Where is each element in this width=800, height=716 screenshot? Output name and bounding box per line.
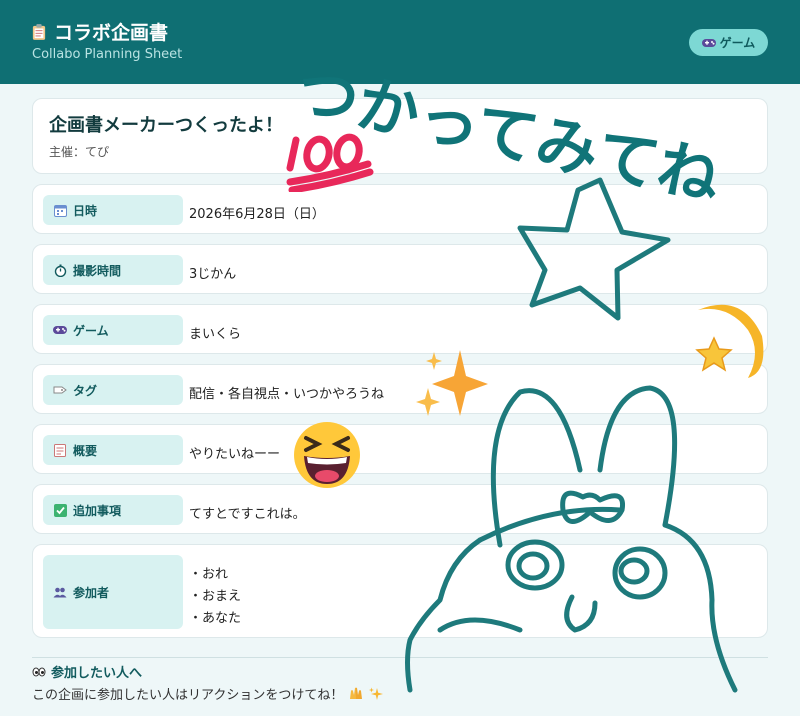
eyes-icon xyxy=(32,665,46,679)
row-notes-label-text: 追加事項 xyxy=(73,503,122,518)
stopwatch-icon xyxy=(53,263,67,277)
row-notes-value: てすとですこれは。 xyxy=(189,507,306,522)
list-item: ・おれ xyxy=(189,567,229,582)
app-title-text: コラボ企画書 xyxy=(54,22,169,44)
row-game-label: ゲーム xyxy=(43,315,183,345)
gamepad-icon xyxy=(53,323,67,337)
row-duration-label-text: 撮影時間 xyxy=(73,263,122,278)
row-game-label-text: ゲーム xyxy=(73,323,109,338)
tag-icon xyxy=(53,383,67,397)
calendar-icon xyxy=(53,203,67,217)
row-participants-label: 参加者 xyxy=(43,555,183,629)
row-date-label-text: 日時 xyxy=(73,203,98,218)
footer-title: 参加したい人へ xyxy=(32,662,142,681)
row-date-value: 2026年6月28日（日） xyxy=(189,207,325,222)
row-duration-label: 撮影時間 xyxy=(43,255,183,285)
row-summary-value: やりたいねーー xyxy=(189,447,281,462)
raised-hands-icon xyxy=(349,687,363,701)
project-title: 企画書メーカーつくったよ！ xyxy=(49,115,283,136)
row-tags-value: 配信・各自視点・いつかやろうね xyxy=(189,387,385,402)
clipboard-icon xyxy=(32,23,46,40)
row-tags: タグ 配信・各自視点・いつかやろうね xyxy=(32,364,768,414)
gamepad-icon xyxy=(701,36,716,50)
row-notes: 追加事項 てすとですこれは。 xyxy=(32,484,768,534)
row-participants-label-text: 参加者 xyxy=(73,585,110,600)
game-chip-label: ゲーム xyxy=(719,36,756,50)
host-label: 主催： xyxy=(49,145,86,159)
host-line: 主催： てぴ xyxy=(49,143,109,160)
host-name: てぴ xyxy=(85,145,110,159)
app-title: コラボ企画書 xyxy=(32,18,168,45)
grinning-squint-sticker xyxy=(292,420,362,490)
game-chip-button[interactable]: ゲーム xyxy=(689,29,768,56)
row-tags-label-text: タグ xyxy=(73,383,98,398)
row-summary-label-text: 概要 xyxy=(73,443,98,458)
row-game: ゲーム まいくら xyxy=(32,304,768,354)
people-icon xyxy=(53,585,67,599)
hundred-points-sticker xyxy=(286,128,376,192)
participant-list: ・おれ ・おまえ ・あなた xyxy=(189,563,241,626)
row-duration: 撮影時間 3じかん xyxy=(32,244,768,294)
list-item: ・あなた xyxy=(189,611,242,626)
row-tags-label: タグ xyxy=(43,375,183,405)
row-summary: 概要 やりたいねーー xyxy=(32,424,768,474)
row-game-value: まいくら xyxy=(189,327,242,342)
memo-icon xyxy=(53,443,67,457)
app-subtitle: Collabo Planning Sheet xyxy=(32,47,183,62)
footer-title-text: 参加したい人へ xyxy=(51,666,143,681)
dizzy-star-sticker xyxy=(678,296,768,384)
check-icon xyxy=(53,503,67,517)
row-notes-label: 追加事項 xyxy=(43,495,183,525)
footer-text-body: この企画に参加したい人はリアクションをつけてね！ xyxy=(32,688,344,703)
footer-divider xyxy=(32,657,768,658)
sparkles-icon xyxy=(369,687,384,701)
row-date-label: 日時 xyxy=(43,195,183,225)
list-item: ・おまえ xyxy=(189,589,242,604)
row-participants: 参加者 ・おれ ・おまえ ・あなた xyxy=(32,544,768,638)
footer-text: この企画に参加したい人はリアクションをつけてね！ xyxy=(32,684,384,703)
sparkles-sticker xyxy=(414,348,490,418)
row-duration-value: 3じかん xyxy=(189,267,237,282)
row-summary-label: 概要 xyxy=(43,435,183,465)
